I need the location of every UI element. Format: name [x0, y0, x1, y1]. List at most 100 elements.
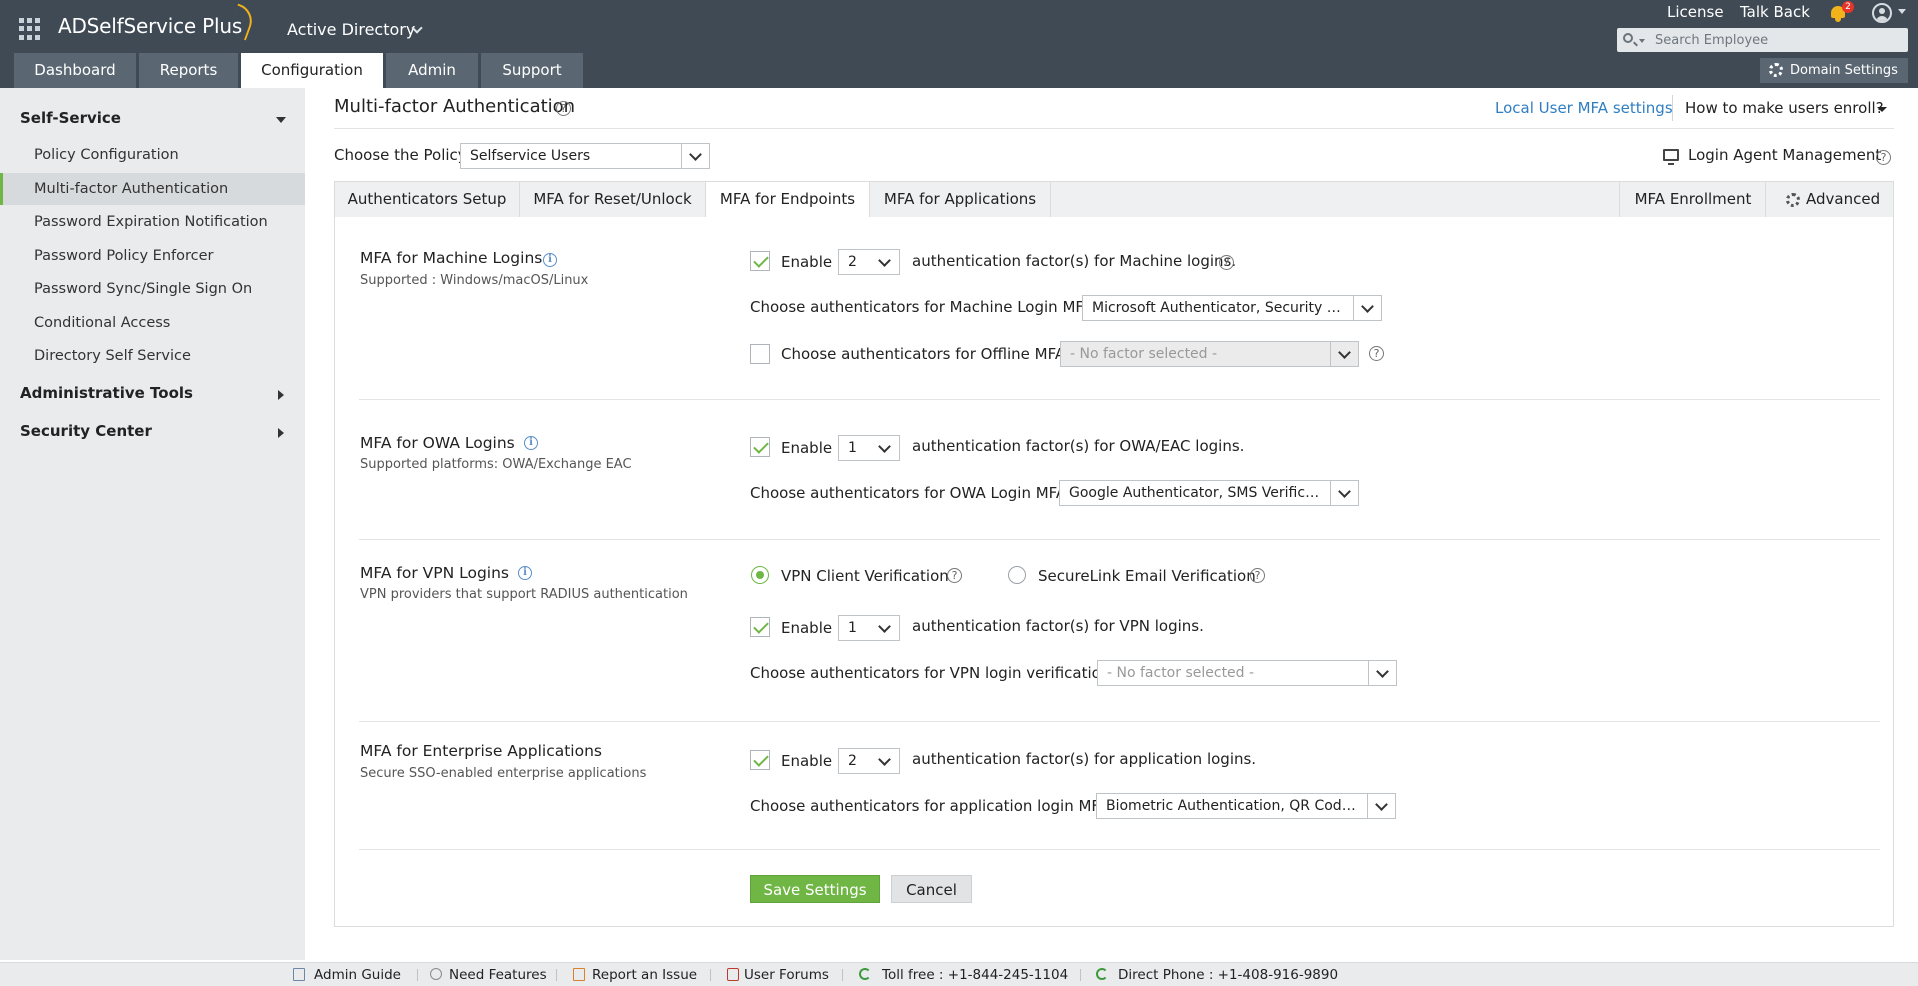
sidebar-item-directory-self-service[interactable]: Directory Self Service [0, 340, 305, 372]
save-settings-button[interactable]: Save Settings [750, 875, 880, 903]
nav-tab-configuration[interactable]: Configuration [241, 53, 383, 88]
nav-tab-support[interactable]: Support [481, 53, 583, 88]
info-icon[interactable]: i [543, 253, 557, 267]
user-forums-link[interactable]: User Forums [744, 967, 829, 983]
help-icon[interactable]: ? [1219, 255, 1234, 270]
product-switcher[interactable]: Active Directory [287, 20, 415, 39]
tab-divider [1050, 182, 1051, 218]
sidebar-item-password-expiration[interactable]: Password Expiration Notification [0, 206, 305, 238]
expand-caret-icon[interactable] [278, 390, 284, 400]
chevron-down-icon[interactable] [681, 144, 709, 168]
help-icon[interactable]: ? [947, 568, 962, 583]
enterprise-authenticators-value: Biometric Authentication, QR Code ... [1106, 798, 1364, 814]
sidebar-group-security-center[interactable]: Security Center [20, 422, 152, 440]
domain-settings-button[interactable]: Domain Settings [1760, 58, 1908, 83]
tab-authenticators-setup[interactable]: Authenticators Setup [335, 182, 519, 218]
user-menu-caret-icon[interactable] [1898, 9, 1906, 14]
help-icon[interactable]: ? [1369, 346, 1384, 361]
enroll-help-dropdown[interactable]: How to make users enroll? [1685, 99, 1884, 117]
chevron-down-icon[interactable] [1367, 794, 1395, 818]
sidebar-item-policy-configuration[interactable]: Policy Configuration [0, 139, 305, 171]
cancel-button[interactable]: Cancel [891, 875, 972, 903]
securelink-email-radio[interactable] [1008, 566, 1026, 584]
owa-choose-label: Choose authenticators for OWA Login MFA [750, 484, 1067, 502]
chevron-down-icon[interactable] [871, 436, 899, 460]
owa-authenticators-select[interactable]: Google Authenticator, SMS Verificat... [1059, 480, 1359, 506]
vpn-enable-checkbox[interactable] [750, 617, 770, 637]
section-divider [359, 849, 1880, 850]
title-divider [334, 128, 1894, 129]
owa-enable-label: Enable [781, 439, 833, 457]
owa-factor-count-select[interactable]: 1 [838, 435, 900, 461]
nav-tab-reports[interactable]: Reports [139, 53, 238, 88]
machine-enable-checkbox[interactable] [750, 251, 770, 271]
license-link[interactable]: License [1667, 3, 1724, 21]
vpn-client-verification-radio[interactable] [751, 566, 769, 584]
expand-caret-icon[interactable] [278, 428, 284, 438]
chevron-down-icon[interactable] [1368, 661, 1396, 685]
chevron-down-icon[interactable] [1877, 107, 1887, 112]
chevron-down-icon[interactable] [1330, 481, 1358, 505]
enterprise-enable-label: Enable [781, 752, 833, 770]
gear-icon [1769, 63, 1783, 77]
chevron-down-icon[interactable] [871, 616, 899, 640]
sidebar-item-password-sync[interactable]: Password Sync/Single Sign On [0, 273, 305, 305]
machine-factor-text: authentication factor(s) for Machine log… [912, 252, 1237, 270]
enterprise-factor-count-select[interactable]: 2 [838, 748, 900, 774]
vpn-factor-count-select[interactable]: 1 [838, 615, 900, 641]
sidebar-item-password-policy-enforcer[interactable]: Password Policy Enforcer [0, 240, 305, 272]
machine-factor-count-select[interactable]: 2 [838, 249, 900, 275]
offline-mfa-label: Choose authenticators for Offline MFA [781, 345, 1066, 363]
offline-mfa-checkbox[interactable] [750, 344, 770, 364]
local-user-mfa-link[interactable]: Local User MFA settings [1495, 99, 1673, 117]
brand-logo: ADSelfService Plus [58, 14, 243, 38]
user-avatar-icon[interactable] [1872, 3, 1892, 23]
chevron-down-icon[interactable] [871, 749, 899, 773]
info-icon[interactable]: i [524, 436, 538, 450]
enterprise-authenticators-select[interactable]: Biometric Authentication, QR Code ... [1096, 793, 1396, 819]
tab-mfa-applications[interactable]: MFA for Applications [870, 182, 1050, 218]
section-divider [359, 399, 1880, 400]
vpn-enable-label: Enable [781, 619, 833, 637]
chevron-down-icon[interactable] [1353, 296, 1381, 320]
help-icon[interactable]: ? [556, 101, 571, 116]
offline-authenticators-value: - No factor selected - [1070, 346, 1218, 362]
chevron-down-icon [1330, 342, 1358, 366]
section-title-vpn: MFA for VPN Logins [360, 564, 509, 582]
tab-mfa-endpoints[interactable]: MFA for Endpoints [705, 182, 870, 219]
search-input[interactable] [1655, 28, 1905, 52]
sidebar-item-mfa[interactable]: Multi-factor Authentication [0, 173, 305, 205]
help-icon[interactable]: ? [1250, 568, 1265, 583]
section-title-enterprise: MFA for Enterprise Applications [360, 742, 602, 760]
securelink-email-label: SecureLink Email Verification [1038, 567, 1256, 585]
collapse-caret-icon[interactable] [276, 117, 286, 123]
top-bar: ADSelfService Plus Active Directory Lice… [0, 0, 1918, 88]
tab-mfa-enrollment[interactable]: MFA Enrollment [1620, 182, 1766, 218]
machine-authenticators-value: Microsoft Authenticator, Security Q... [1092, 300, 1347, 316]
owa-enable-checkbox[interactable] [750, 437, 770, 457]
chevron-down-icon[interactable] [871, 250, 899, 274]
search-icon[interactable] [1623, 33, 1633, 43]
sidebar-group-administrative-tools[interactable]: Administrative Tools [20, 384, 193, 402]
nav-tab-dashboard[interactable]: Dashboard [14, 53, 136, 88]
enterprise-enable-checkbox[interactable] [750, 750, 770, 770]
talk-back-link[interactable]: Talk Back [1740, 3, 1810, 21]
search-options-caret-icon[interactable] [1639, 39, 1645, 43]
tab-mfa-reset-unlock[interactable]: MFA for Reset/Unlock [520, 182, 705, 218]
tab-advanced[interactable]: Advanced [1766, 182, 1893, 218]
admin-guide-link[interactable]: Admin Guide [314, 967, 401, 983]
vpn-authenticators-select[interactable]: - No factor selected - [1097, 660, 1397, 686]
divider [1672, 95, 1673, 121]
login-agent-management-link[interactable]: Login Agent Management [1688, 146, 1881, 164]
need-features-link[interactable]: Need Features [449, 967, 547, 983]
nav-tab-admin[interactable]: Admin [386, 53, 478, 88]
sidebar-item-conditional-access[interactable]: Conditional Access [0, 307, 305, 339]
help-icon[interactable]: ? [1876, 150, 1891, 165]
sidebar-group-self-service[interactable]: Self-Service [20, 109, 121, 127]
machine-authenticators-select[interactable]: Microsoft Authenticator, Security Q... [1082, 295, 1382, 321]
report-issue-link[interactable]: Report an Issue [592, 967, 697, 983]
policy-select[interactable]: Selfservice Users [460, 143, 710, 169]
section-title-machine: MFA for Machine Logins [360, 249, 543, 267]
app-grid-icon[interactable] [19, 18, 41, 40]
info-icon[interactable]: i [518, 566, 532, 580]
